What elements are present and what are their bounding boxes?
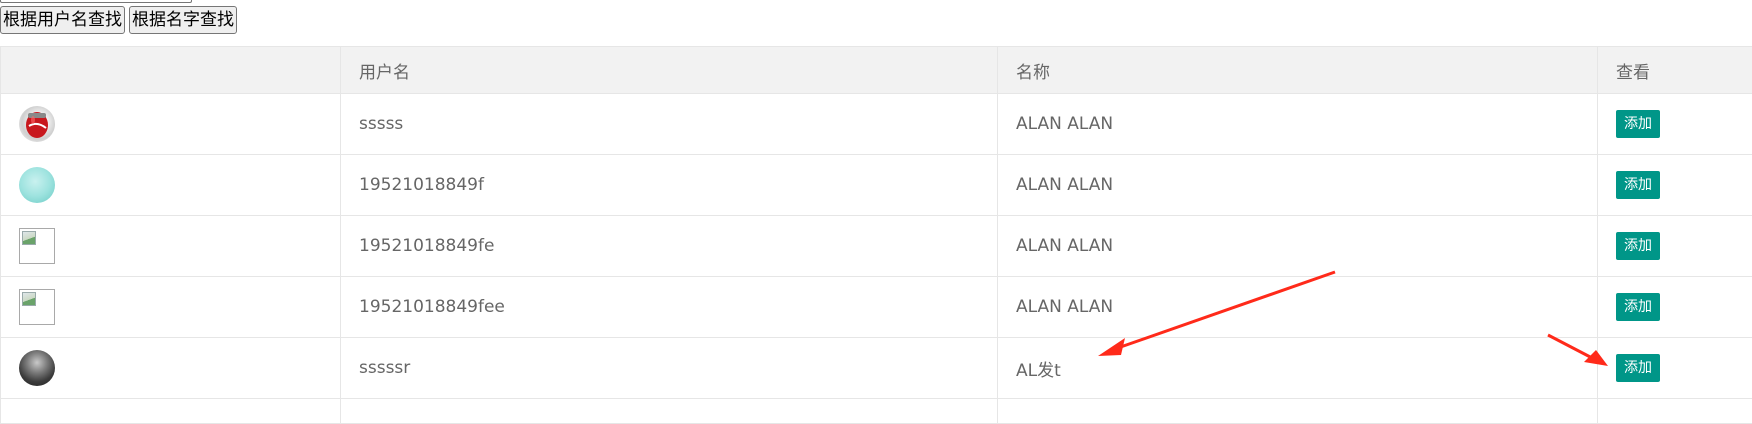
column-header-name: 名称	[998, 47, 1598, 94]
add-button[interactable]: 添加	[1616, 293, 1660, 321]
action-cell: 添加	[1598, 216, 1752, 277]
avatar-cell	[1, 94, 341, 155]
name-cell: AL发t	[998, 338, 1598, 399]
add-button[interactable]: 添加	[1616, 232, 1660, 260]
table-row: 19521018849f ALAN ALAN 添加	[1, 155, 1752, 216]
avatar-cell	[1, 399, 341, 424]
coke-can-image	[19, 106, 55, 142]
night-scene-avatar	[19, 350, 55, 386]
coke-can-avatar	[19, 106, 55, 142]
table-row: 19521018849fe ALAN ALAN 添加	[1, 216, 1752, 277]
user-table: 用户名 名称 查看 sssss ALAN ALAN 添加	[0, 46, 1752, 424]
action-cell: 添加	[1598, 277, 1752, 338]
table-header-row: 用户名 名称 查看	[1, 47, 1752, 94]
search-input[interactable]	[0, 0, 192, 3]
add-button[interactable]: 添加	[1616, 354, 1660, 382]
search-buttons: 根据用户名查找 根据名字查找	[0, 6, 237, 34]
search-by-username-button[interactable]: 根据用户名查找	[0, 6, 125, 34]
table-row	[1, 399, 1752, 424]
action-cell: 添加	[1598, 155, 1752, 216]
username-cell: 19521018849fee	[341, 277, 998, 338]
avatar-cell	[1, 338, 341, 399]
cyan-blob-avatar	[19, 167, 55, 203]
username-cell: sssssr	[341, 338, 998, 399]
action-cell: 添加	[1598, 338, 1752, 399]
add-button[interactable]: 添加	[1616, 110, 1660, 138]
column-header-username: 用户名	[341, 47, 998, 94]
action-cell	[1598, 399, 1752, 424]
action-cell: 添加	[1598, 94, 1752, 155]
avatar-cell	[1, 216, 341, 277]
table-row: sssss ALAN ALAN 添加	[1, 94, 1752, 155]
column-header-avatar	[1, 47, 341, 94]
username-cell: sssss	[341, 94, 998, 155]
name-cell: ALAN ALAN	[998, 155, 1598, 216]
avatar-cell	[1, 277, 341, 338]
avatar-cell	[1, 155, 341, 216]
username-cell	[341, 399, 998, 424]
table-row: sssssr AL发t 添加	[1, 338, 1752, 399]
name-cell: ALAN ALAN	[998, 94, 1598, 155]
name-cell: ALAN ALAN	[998, 216, 1598, 277]
search-by-name-button[interactable]: 根据名字查找	[129, 6, 237, 34]
username-cell: 19521018849fe	[341, 216, 998, 277]
name-cell: ALAN ALAN	[998, 277, 1598, 338]
broken-image-icon	[19, 289, 55, 325]
name-cell	[998, 399, 1598, 424]
add-button[interactable]: 添加	[1616, 171, 1660, 199]
table-row: 19521018849fee ALAN ALAN 添加	[1, 277, 1752, 338]
username-cell: 19521018849f	[341, 155, 998, 216]
column-header-view: 查看	[1598, 47, 1752, 94]
broken-image-icon	[19, 228, 55, 264]
